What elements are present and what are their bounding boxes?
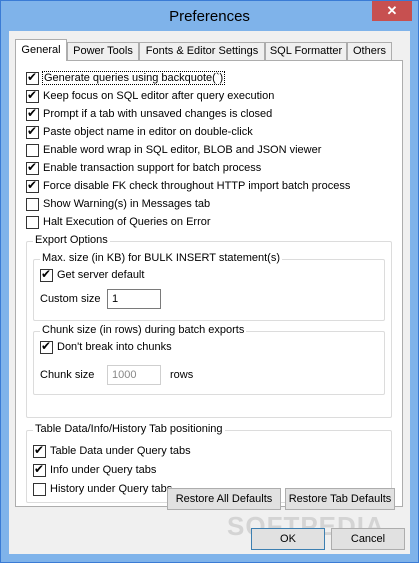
get-server-default-label: Get server default bbox=[57, 269, 145, 281]
transaction-support-checkbox[interactable] bbox=[26, 160, 39, 175]
option-halt-on-error[interactable]: Halt Execution of Queries on Error bbox=[26, 214, 211, 230]
chunk-size-group: Chunk size (in rows) during batch export… bbox=[33, 324, 385, 395]
close-icon[interactable]: ✕ bbox=[372, 1, 412, 21]
restore-all-defaults-button[interactable]: Restore All Defaults bbox=[167, 488, 281, 510]
disable-fk-check-label: Force disable FK check throughout HTTP i… bbox=[43, 180, 351, 192]
history-row[interactable]: History under Query tabs bbox=[33, 481, 172, 497]
prompt-unsaved-label: Prompt if a tab with unsaved changes is … bbox=[43, 108, 273, 120]
option-disable-fk-check[interactable]: Force disable FK check throughout HTTP i… bbox=[26, 178, 350, 194]
title-bar[interactable]: Preferences ✕ bbox=[1, 1, 418, 31]
tab-positioning-title: Table Data/Info/History Tab positioning bbox=[33, 423, 225, 435]
restore-tab-defaults-button[interactable]: Restore Tab Defaults bbox=[285, 488, 395, 510]
dont-break-row[interactable]: Don't break into chunks bbox=[40, 339, 172, 355]
halt-on-error-label: Halt Execution of Queries on Error bbox=[43, 216, 211, 228]
option-keep-focus[interactable]: Keep focus on SQL editor after query exe… bbox=[26, 88, 274, 104]
history-label: History under Query tabs bbox=[50, 483, 173, 495]
keep-focus-checkbox[interactable] bbox=[26, 88, 39, 103]
get-server-default-row[interactable]: Get server default bbox=[40, 267, 144, 283]
disable-fk-check-checkbox[interactable] bbox=[26, 178, 39, 193]
option-prompt-unsaved[interactable]: Prompt if a tab with unsaved changes is … bbox=[26, 106, 272, 122]
window-title: Preferences bbox=[169, 8, 250, 25]
chunk-size-label: Chunk size bbox=[40, 369, 95, 381]
paste-object-name-checkbox[interactable] bbox=[26, 124, 39, 139]
info-label: Info under Query tabs bbox=[50, 464, 157, 476]
get-server-default-checkbox[interactable] bbox=[40, 267, 53, 282]
tab-sql-formatter[interactable]: SQL Formatter bbox=[265, 42, 347, 60]
table-data-label: Table Data under Query tabs bbox=[50, 445, 191, 457]
option-transaction-support[interactable]: Enable transaction support for batch pro… bbox=[26, 160, 261, 176]
option-show-warnings[interactable]: Show Warning(s) in Messages tab bbox=[26, 196, 210, 212]
history-checkbox[interactable] bbox=[33, 482, 46, 496]
custom-size-label: Custom size bbox=[40, 293, 101, 305]
word-wrap-checkbox[interactable] bbox=[26, 143, 39, 157]
word-wrap-label: Enable word wrap in SQL editor, BLOB and… bbox=[43, 144, 322, 156]
halt-on-error-checkbox[interactable] bbox=[26, 215, 39, 229]
show-warnings-checkbox[interactable] bbox=[26, 197, 39, 211]
export-options-group: Export Options Max. size (in KB) for BUL… bbox=[26, 234, 392, 418]
option-backquote[interactable]: Generate queries using backquote(`) bbox=[26, 70, 226, 86]
dont-break-label: Don't break into chunks bbox=[57, 341, 172, 353]
general-panel: Generate queries using backquote(`) Keep… bbox=[15, 60, 403, 507]
export-options-title: Export Options bbox=[33, 234, 110, 246]
keep-focus-label: Keep focus on SQL editor after query exe… bbox=[43, 90, 275, 102]
tab-general[interactable]: General bbox=[15, 39, 67, 61]
dont-break-checkbox[interactable] bbox=[40, 339, 53, 354]
table-data-row[interactable]: Table Data under Query tabs bbox=[33, 443, 191, 459]
cancel-button[interactable]: Cancel bbox=[331, 528, 405, 550]
chunk-size-input[interactable]: 1000 bbox=[107, 365, 161, 385]
tab-fonts-editor-settings[interactable]: Fonts & Editor Settings bbox=[139, 42, 265, 60]
tab-others[interactable]: Others bbox=[347, 42, 392, 60]
bulk-insert-title: Max. size (in KB) for BULK INSERT statem… bbox=[40, 252, 282, 264]
custom-size-input[interactable]: 1 bbox=[107, 289, 161, 309]
prompt-unsaved-checkbox[interactable] bbox=[26, 106, 39, 121]
table-data-checkbox[interactable] bbox=[33, 443, 46, 458]
info-checkbox[interactable] bbox=[33, 462, 46, 477]
info-row[interactable]: Info under Query tabs bbox=[33, 462, 156, 478]
bulk-insert-group: Max. size (in KB) for BULK INSERT statem… bbox=[33, 252, 385, 321]
ok-button[interactable]: OK bbox=[251, 528, 325, 550]
backquote-checkbox[interactable] bbox=[26, 70, 39, 85]
paste-object-name-label: Paste object name in editor on double-cl… bbox=[43, 126, 253, 138]
tab-power-tools[interactable]: Power Tools bbox=[67, 42, 139, 60]
show-warnings-label: Show Warning(s) in Messages tab bbox=[43, 198, 211, 210]
chunk-size-title: Chunk size (in rows) during batch export… bbox=[40, 324, 247, 336]
preferences-window: Preferences ✕ General Power Tools Fonts … bbox=[0, 0, 419, 563]
option-paste-object-name[interactable]: Paste object name in editor on double-cl… bbox=[26, 124, 253, 140]
option-word-wrap[interactable]: Enable word wrap in SQL editor, BLOB and… bbox=[26, 142, 321, 158]
rows-label: rows bbox=[170, 369, 194, 381]
transaction-support-label: Enable transaction support for batch pro… bbox=[43, 162, 262, 174]
backquote-label: Generate queries using backquote(`) bbox=[41, 71, 226, 85]
dialog-client: General Power Tools Fonts & Editor Setti… bbox=[9, 31, 410, 554]
